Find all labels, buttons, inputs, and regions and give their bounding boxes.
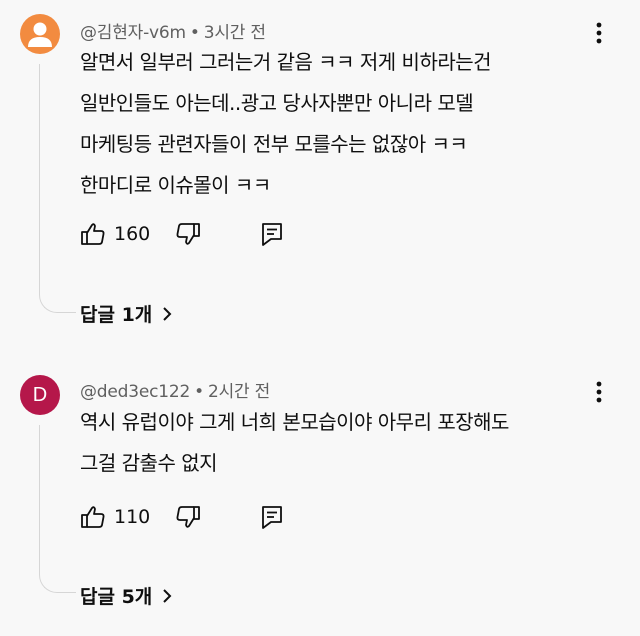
comment-actions: 110 <box>80 502 340 532</box>
avatar[interactable]: D <box>20 375 60 415</box>
comment-author[interactable]: @ded3ec122 <box>80 382 190 402</box>
like-button[interactable]: 110 <box>80 502 150 532</box>
comment-1: @김현자-v6m • 3시간 전 알면서 일부러 그러는거 같음 ㅋㅋ 저게 비하라… <box>0 0 640 340</box>
thumbs-down-icon <box>176 506 200 528</box>
comment-actions: 160 <box>80 219 340 249</box>
separator-dot: • <box>189 23 200 43</box>
replies-label: 답글 5개 <box>80 586 153 608</box>
reply-icon <box>262 506 282 529</box>
separator-dot: • <box>194 382 204 402</box>
comment-2: D @ded3ec122 • 2시간 전 역시 유럽이야 그게 너희 본모습이야 아… <box>0 360 640 636</box>
reply-thread-line <box>39 64 76 313</box>
replies-label: 답글 1개 <box>80 304 153 326</box>
chevron-right-icon <box>163 306 172 321</box>
thumbs-down-icon <box>176 223 200 245</box>
like-count: 110 <box>114 506 151 528</box>
reply-icon <box>262 223 282 246</box>
avatar[interactable] <box>20 14 60 54</box>
reply-button[interactable] <box>260 219 284 249</box>
reply-button[interactable] <box>260 502 284 532</box>
thumbs-up-icon <box>81 506 105 528</box>
comment-meta: @ded3ec122 • 2시간 전 <box>80 377 270 402</box>
view-replies-button[interactable]: 답글 1개 <box>80 300 172 327</box>
thumbs-up-icon <box>81 223 105 245</box>
more-vert-icon <box>596 381 602 403</box>
dislike-button[interactable] <box>175 219 201 249</box>
avatar-letter: D <box>32 383 48 406</box>
comment-meta: @김현자-v6m • 3시간 전 <box>80 18 266 43</box>
reply-thread-line <box>39 425 76 593</box>
chevron-right-icon <box>163 588 172 603</box>
default-avatar-icon <box>28 22 52 47</box>
like-button[interactable]: 160 <box>80 219 150 249</box>
dislike-button[interactable] <box>175 502 201 532</box>
view-replies-button[interactable]: 답글 5개 <box>80 582 172 609</box>
comment-time: 3시간 전 <box>203 23 266 43</box>
comment-text: 역시 유럽이야 그게 너희 본모습이야 아무리 포장해도 그걸 감출수 없지 <box>80 410 509 475</box>
comment-text: 알면서 일부러 그러는거 같음 ㅋㅋ 저게 비하라는건 일반인들도 아는데..광… <box>80 50 492 197</box>
comment-author[interactable]: @김현자-v6m <box>80 23 186 43</box>
comment-time: 2시간 전 <box>207 382 271 402</box>
more-vert-icon <box>596 22 602 44</box>
like-count: 160 <box>114 223 151 245</box>
